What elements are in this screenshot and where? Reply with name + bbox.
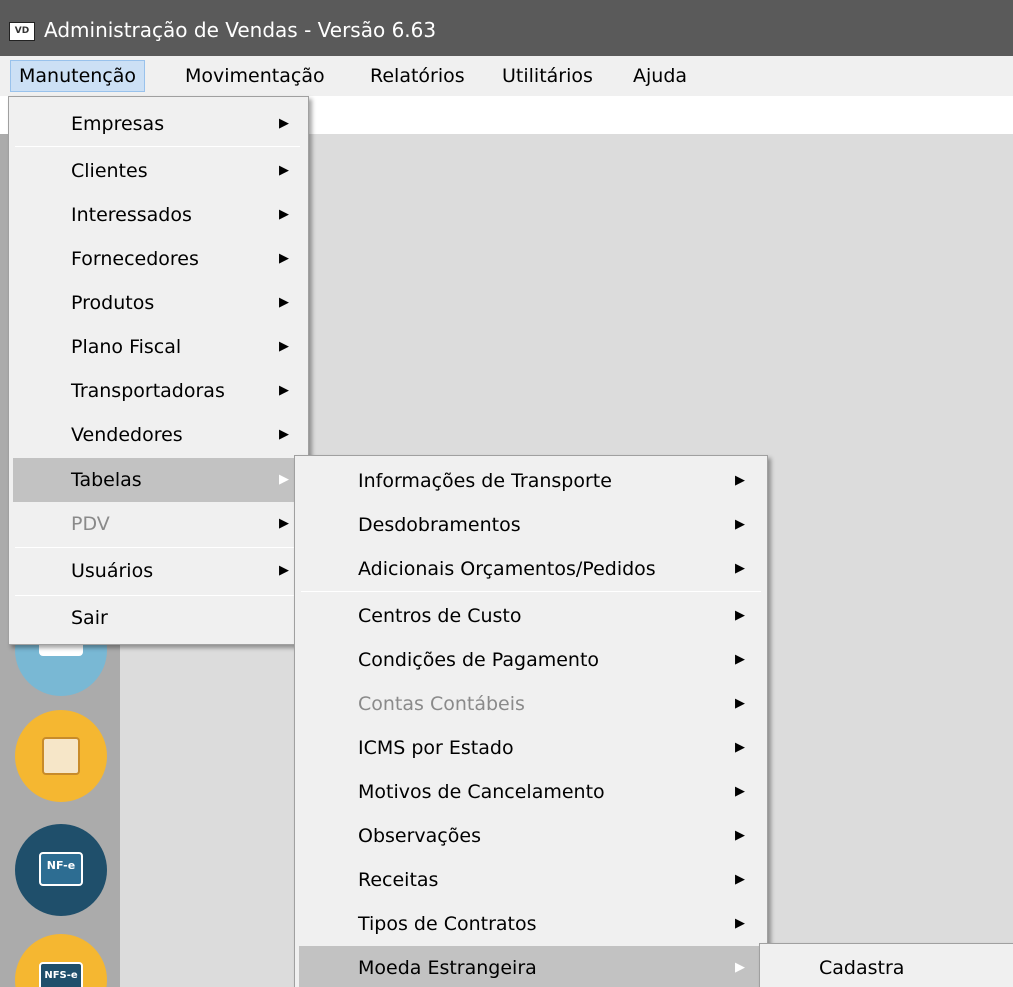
menu-moeda-submenu: Cadastra (759, 943, 1013, 987)
menu-item-label: Fornecedores (71, 248, 199, 270)
menu-item-label: Informações de Transporte (358, 470, 612, 492)
window-title: Administração de Vendas - Versão 6.63 (44, 18, 437, 42)
nfse-shortcut[interactable]: NFS-e (15, 934, 107, 987)
menu-item-plano-fiscal[interactable]: Plano Fiscal ▶ (13, 325, 304, 369)
submenu-arrow-icon: ▶ (735, 916, 745, 931)
submenu-arrow-icon: ▶ (279, 163, 289, 178)
menu-item-centros-custo[interactable]: Centros de Custo ▶ (299, 594, 763, 638)
submenu-arrow-icon: ▶ (279, 563, 289, 578)
menu-item-observacoes[interactable]: Observações ▶ (299, 814, 763, 858)
menu-item-label: Tipos de Contratos (358, 913, 537, 935)
menu-tabelas-submenu: Informações de Transporte ▶ Desdobrament… (294, 455, 768, 987)
menu-relatorios[interactable]: Relatórios (362, 60, 473, 92)
menu-item-label: Desdobramentos (358, 514, 521, 536)
menu-item-produtos[interactable]: Produtos ▶ (13, 281, 304, 325)
nfse-laptop-icon: NFS-e (39, 962, 83, 987)
nfe-laptop-icon: NF-e (39, 852, 83, 886)
menu-item-condicoes-pagamento[interactable]: Condições de Pagamento ▶ (299, 638, 763, 682)
menu-item-label: Sair (71, 607, 108, 629)
submenu-arrow-icon: ▶ (279, 427, 289, 442)
menu-item-label: Observações (358, 825, 481, 847)
menu-item-adicionais-orcamentos[interactable]: Adicionais Orçamentos/Pedidos ▶ (299, 547, 763, 591)
menu-item-label: Tabelas (71, 469, 142, 491)
menu-item-label: Motivos de Cancelamento (358, 781, 605, 803)
submenu-arrow-icon: ▶ (735, 561, 745, 576)
menu-item-informacoes-transporte[interactable]: Informações de Transporte ▶ (299, 459, 763, 503)
menu-item-label: Condições de Pagamento (358, 649, 600, 671)
menu-separator (15, 146, 300, 147)
menu-item-contas-contabeis: Contas Contábeis ▶ (299, 682, 763, 726)
submenu-arrow-icon: ▶ (279, 383, 289, 398)
menu-item-fornecedores[interactable]: Fornecedores ▶ (13, 237, 304, 281)
menu-item-label: PDV (71, 513, 110, 535)
menu-item-cadastra[interactable]: Cadastra (764, 946, 1013, 987)
submenu-arrow-icon: ▶ (735, 652, 745, 667)
menu-item-label: Adicionais Orçamentos/Pedidos (358, 558, 656, 580)
submenu-arrow-icon: ▶ (279, 251, 289, 266)
menu-item-label: Moeda Estrangeira (358, 957, 537, 979)
menu-item-sair[interactable]: Sair (13, 596, 304, 640)
menu-item-receitas[interactable]: Receitas ▶ (299, 858, 763, 902)
submenu-arrow-icon: ▶ (735, 960, 745, 975)
menu-item-label: Interessados (71, 204, 192, 226)
menu-item-label: Centros de Custo (358, 605, 522, 627)
menu-item-label: Contas Contábeis (358, 693, 525, 715)
menu-utilitarios[interactable]: Utilitários (494, 60, 601, 92)
menu-bar: Manutenção Movimentação Relatórios Utili… (0, 56, 1013, 96)
menu-separator (15, 547, 300, 548)
menu-item-usuarios[interactable]: Usuários ▶ (13, 549, 304, 593)
submenu-arrow-icon: ▶ (735, 872, 745, 887)
menu-item-moeda-estrangeira[interactable]: Moeda Estrangeira ▶ (299, 946, 763, 987)
submenu-arrow-icon: ▶ (735, 473, 745, 488)
submenu-arrow-icon: ▶ (279, 339, 289, 354)
menu-ajuda[interactable]: Ajuda (625, 60, 695, 92)
menu-item-tabelas[interactable]: Tabelas ▶ (13, 458, 304, 502)
menu-movimentacao[interactable]: Movimentação (177, 60, 333, 92)
submenu-arrow-icon: ▶ (735, 784, 745, 799)
menu-item-pdv: PDV ▶ (13, 502, 304, 546)
document-edit-icon (42, 737, 80, 775)
submenu-arrow-icon: ▶ (735, 517, 745, 532)
menu-item-transportadoras[interactable]: Transportadoras ▶ (13, 369, 304, 413)
nfe-shortcut[interactable]: NF-e (15, 824, 107, 916)
menu-item-label: Produtos (71, 292, 155, 314)
menu-manutencao[interactable]: Manutenção (10, 60, 146, 92)
menu-item-label: Receitas (358, 869, 439, 891)
menu-item-label: Transportadoras (71, 380, 225, 402)
submenu-arrow-icon: ▶ (279, 295, 289, 310)
title-bar: VD Administração de Vendas - Versão 6.63 (0, 0, 1013, 56)
menu-item-tipos-contratos[interactable]: Tipos de Contratos ▶ (299, 902, 763, 946)
submenu-arrow-icon: ▶ (735, 608, 745, 623)
menu-item-vendedores[interactable]: Vendedores ▶ (13, 413, 304, 457)
menu-item-interessados[interactable]: Interessados ▶ (13, 193, 304, 237)
menu-item-label: Clientes (71, 160, 148, 182)
menu-item-label: Usuários (71, 560, 154, 582)
submenu-arrow-icon: ▶ (735, 696, 745, 711)
menu-item-motivos-cancelamento[interactable]: Motivos de Cancelamento ▶ (299, 770, 763, 814)
menu-item-label: Empresas (71, 113, 165, 135)
menu-item-label: Vendedores (71, 424, 183, 446)
submenu-arrow-icon: ▶ (279, 516, 289, 531)
submenu-arrow-icon: ▶ (735, 828, 745, 843)
menu-item-label: Cadastra (819, 957, 905, 979)
submenu-arrow-icon: ▶ (279, 116, 289, 131)
menu-item-desdobramentos[interactable]: Desdobramentos ▶ (299, 503, 763, 547)
menu-manutencao-dropdown: Empresas ▶ Clientes ▶ Interessados ▶ For… (8, 96, 309, 645)
app-icon: VD (9, 22, 35, 41)
submenu-arrow-icon: ▶ (279, 207, 289, 222)
menu-item-label: ICMS por Estado (358, 737, 514, 759)
submenu-arrow-icon: ▶ (279, 472, 289, 487)
submenu-arrow-icon: ▶ (735, 740, 745, 755)
menu-item-empresas[interactable]: Empresas ▶ (13, 102, 304, 146)
menu-item-clientes[interactable]: Clientes ▶ (13, 149, 304, 193)
menu-item-label: Plano Fiscal (71, 336, 182, 358)
document-edit-shortcut[interactable] (15, 710, 107, 802)
menu-item-icms-estado[interactable]: ICMS por Estado ▶ (299, 726, 763, 770)
menu-separator (301, 591, 761, 592)
